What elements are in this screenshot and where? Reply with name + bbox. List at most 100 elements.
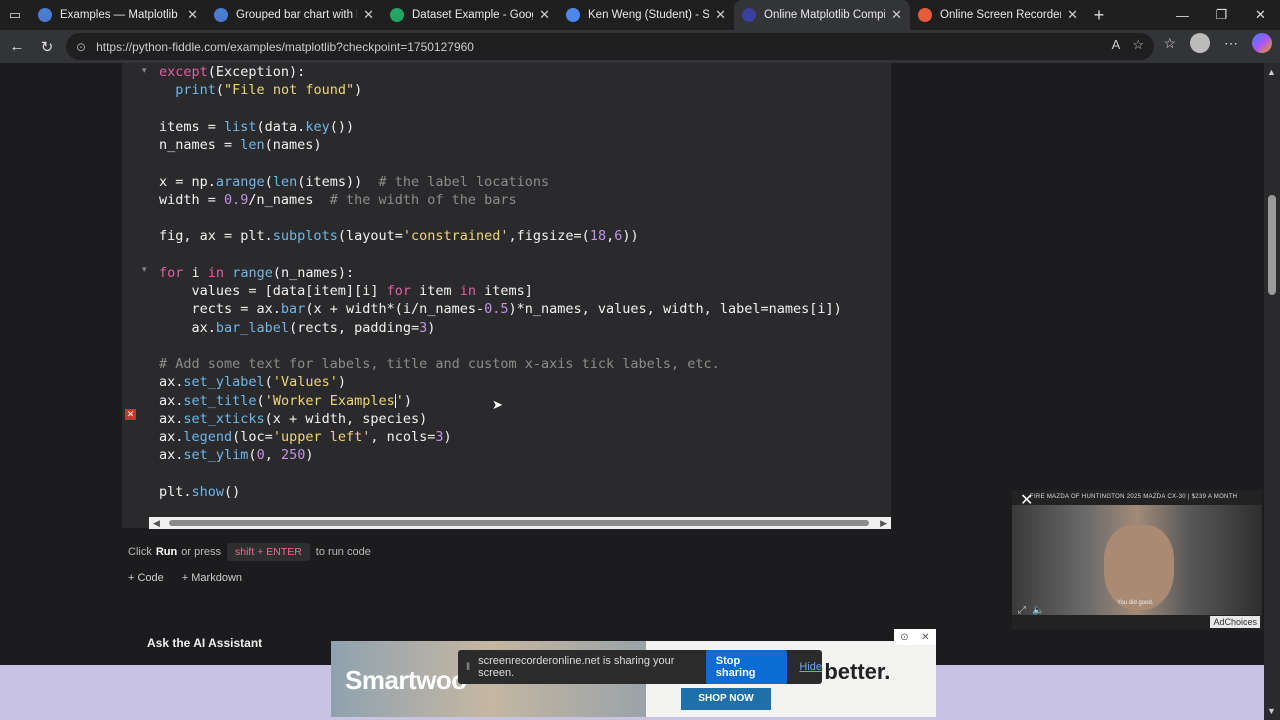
editor-horizontal-scrollbar[interactable]: ◀ ▶ bbox=[149, 517, 891, 529]
browser-tab[interactable]: Grouped bar chart with labe ✕ bbox=[206, 0, 382, 30]
browser-tab[interactable]: Dataset Example - Google S ✕ bbox=[382, 0, 558, 30]
code-text[interactable]: except(Exception): print("File not found… bbox=[159, 63, 842, 501]
close-banner-icon[interactable]: ✕ bbox=[921, 632, 929, 643]
code-line[interactable] bbox=[159, 465, 842, 483]
code-token: 0.5 bbox=[484, 301, 509, 318]
code-line[interactable] bbox=[159, 209, 842, 227]
more-menu-icon[interactable]: ⋯ bbox=[1224, 35, 1238, 52]
code-line[interactable]: ax.legend(loc='upper left', ncols=3) bbox=[159, 428, 842, 446]
scroll-right-icon[interactable]: ▶ bbox=[880, 517, 887, 529]
close-ad-icon[interactable]: ✕ bbox=[1020, 490, 1033, 510]
add-markdown-button[interactable]: + Markdown bbox=[182, 572, 242, 584]
code-line[interactable]: plt.show() bbox=[159, 483, 842, 501]
ad-mute-icon[interactable]: 🔈 bbox=[1032, 605, 1044, 616]
code-token: set_ylim bbox=[183, 447, 249, 464]
code-token: items] bbox=[476, 283, 533, 299]
back-icon[interactable]: ← bbox=[2, 32, 32, 62]
code-token: ( bbox=[264, 374, 273, 391]
share-message: screenrecorderonline.net is sharing your… bbox=[478, 655, 675, 679]
close-window-icon[interactable]: ✕ bbox=[1241, 0, 1280, 30]
code-token: ax. bbox=[159, 410, 184, 427]
code-token: (layout= bbox=[337, 228, 403, 245]
code-token: ax. bbox=[159, 392, 184, 409]
drag-handle-icon[interactable]: ‖ bbox=[466, 662, 470, 673]
code-token: values = [data[item][i] bbox=[159, 283, 387, 299]
tab-title: Online Screen Recorder bbox=[940, 9, 1062, 21]
close-tab-icon[interactable]: ✕ bbox=[539, 7, 550, 23]
code-line[interactable]: fig, ax = plt.subplots(layout='constrain… bbox=[159, 227, 842, 245]
code-line[interactable] bbox=[159, 100, 842, 118]
error-marker-icon[interactable]: ✕ bbox=[125, 409, 136, 420]
favorites-icon[interactable]: ☆ bbox=[1163, 35, 1176, 52]
code-editor[interactable]: ▾ ▾ ✕ except(Exception): print("File not… bbox=[122, 63, 891, 528]
add-cell-buttons: + Code + Markdown bbox=[128, 572, 242, 584]
code-token: bar_label bbox=[215, 319, 290, 336]
stop-sharing-button[interactable]: Stop sharing bbox=[705, 650, 788, 684]
scrollbar-thumb[interactable] bbox=[1268, 195, 1276, 295]
browser-tab[interactable]: Online Matplotlib Compiler ✕ bbox=[734, 0, 910, 30]
tab-favicon-icon bbox=[214, 8, 228, 22]
code-line[interactable]: items = list(data.key()) bbox=[159, 118, 842, 136]
code-line[interactable]: except(Exception): bbox=[159, 63, 842, 81]
page-vertical-scrollbar[interactable]: ▲ ▼ bbox=[1264, 63, 1280, 720]
screen-share-bar: ‖ screenrecorderonline.net is sharing yo… bbox=[458, 650, 822, 684]
reload-icon[interactable]: ↻ bbox=[32, 32, 62, 62]
code-token: # the label locations bbox=[378, 173, 550, 190]
minimize-icon[interactable]: — bbox=[1163, 0, 1202, 30]
scroll-up-icon[interactable]: ▲ bbox=[1267, 67, 1276, 77]
tab-actions-icon[interactable]: ▭ bbox=[0, 0, 30, 30]
site-info-icon[interactable]: ⊙ bbox=[76, 40, 86, 54]
ad-expand-icon[interactable]: ⤢ bbox=[1018, 605, 1026, 616]
code-token: ax. bbox=[159, 429, 184, 445]
profile-avatar[interactable] bbox=[1190, 33, 1210, 53]
code-line[interactable]: x = np.arange(len(items)) # the label lo… bbox=[159, 173, 842, 191]
hide-share-bar-button[interactable]: Hide bbox=[799, 661, 822, 673]
code-line[interactable]: ax.set_ylabel('Values') bbox=[159, 373, 842, 391]
code-token: ( bbox=[248, 447, 257, 464]
code-line[interactable]: values = [data[item][i] for item in item… bbox=[159, 282, 842, 300]
video-ad[interactable]: FIRE MAZDA OF HUNTINGTON 2025 MAZDA CX-3… bbox=[1012, 490, 1262, 630]
new-tab-button[interactable]: + bbox=[1086, 5, 1112, 26]
code-line[interactable]: ax.set_ylim(0, 250) bbox=[159, 446, 842, 464]
fold-arrow-icon[interactable]: ▾ bbox=[142, 264, 147, 275]
adchoices-badge[interactable]: AdChoices bbox=[1210, 616, 1260, 628]
close-tab-icon[interactable]: ✕ bbox=[187, 7, 198, 23]
close-tab-icon[interactable]: ✕ bbox=[363, 7, 374, 23]
code-line[interactable] bbox=[159, 337, 842, 355]
code-line[interactable]: ax.bar_label(rects, padding=3) bbox=[159, 319, 842, 337]
code-token: # Add some text for labels, title and cu… bbox=[159, 356, 720, 372]
scroll-left-icon[interactable]: ◀ bbox=[153, 517, 160, 529]
scrollbar-thumb[interactable] bbox=[169, 520, 869, 526]
ad-info-icon[interactable]: ⊙ bbox=[900, 632, 908, 643]
browser-tab[interactable]: Online Screen Recorder ✕ bbox=[910, 0, 1086, 30]
code-line[interactable]: # Add some text for labels, title and cu… bbox=[159, 355, 842, 373]
ad-video-subtitle: You did good. bbox=[1117, 600, 1154, 606]
close-tab-icon[interactable]: ✕ bbox=[891, 7, 902, 23]
code-token: ax. bbox=[159, 319, 216, 336]
code-line[interactable] bbox=[159, 154, 842, 172]
code-line[interactable]: n_names = len(names) bbox=[159, 136, 842, 154]
code-line[interactable]: width = 0.9/n_names # the width of the b… bbox=[159, 191, 842, 209]
fold-arrow-icon[interactable]: ▾ bbox=[142, 65, 147, 76]
code-line[interactable]: rects = ax.bar(x + width*(i/n_names-0.5)… bbox=[159, 300, 842, 318]
code-line[interactable]: for i in range(n_names): bbox=[159, 264, 842, 282]
close-tab-icon[interactable]: ✕ bbox=[1067, 7, 1078, 23]
code-token: (loc= bbox=[232, 429, 273, 445]
tab-title: Grouped bar chart with labe bbox=[236, 9, 357, 21]
copilot-icon[interactable] bbox=[1252, 33, 1272, 53]
favorite-star-icon[interactable]: ☆ bbox=[1132, 37, 1144, 53]
scroll-down-icon[interactable]: ▼ bbox=[1267, 706, 1276, 716]
restore-icon[interactable]: ❐ bbox=[1202, 0, 1241, 30]
run-link[interactable]: Run bbox=[156, 546, 177, 558]
add-code-button[interactable]: + Code bbox=[128, 572, 164, 584]
browser-tab[interactable]: Examples — Matplotlib 3.10 ✕ bbox=[30, 0, 206, 30]
shop-now-button[interactable]: SHOP NOW bbox=[681, 688, 771, 710]
browser-tab[interactable]: Ken Weng (Student) - Step 3 ✕ bbox=[558, 0, 734, 30]
code-token: (names) bbox=[264, 137, 322, 153]
code-line[interactable]: print("File not found") bbox=[159, 81, 842, 99]
close-tab-icon[interactable]: ✕ bbox=[715, 7, 726, 23]
code-line[interactable] bbox=[159, 246, 842, 264]
read-aloud-icon[interactable]: A bbox=[1112, 37, 1121, 53]
url-field[interactable]: ⊙ https://python-fiddle.com/examples/mat… bbox=[66, 33, 1154, 60]
